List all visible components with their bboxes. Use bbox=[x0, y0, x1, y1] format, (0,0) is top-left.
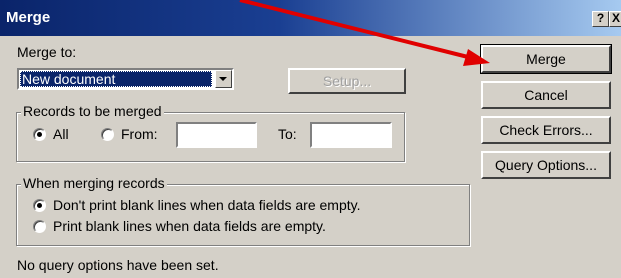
all-label: All bbox=[53, 126, 69, 142]
print-blank-label: Print blank lines when data fields are e… bbox=[53, 218, 326, 234]
query-options-button[interactable]: Query Options... bbox=[481, 151, 611, 179]
merge-button[interactable]: Merge bbox=[480, 44, 612, 74]
merge-to-dropdown[interactable]: New document bbox=[17, 68, 234, 90]
to-input[interactable] bbox=[310, 122, 392, 148]
all-radio[interactable] bbox=[33, 128, 46, 141]
from-input[interactable] bbox=[176, 122, 257, 148]
merging-group-title: When merging records bbox=[21, 175, 167, 191]
cancel-button[interactable]: Cancel bbox=[481, 81, 611, 109]
help-icon[interactable]: ? bbox=[592, 11, 609, 27]
dont-print-blank-label: Don't print blank lines when data fields… bbox=[53, 197, 361, 213]
print-blank-radio[interactable] bbox=[33, 220, 46, 233]
status-text: No query options have been set. bbox=[17, 257, 219, 273]
from-radio[interactable] bbox=[101, 128, 114, 141]
from-label: From: bbox=[121, 126, 158, 142]
title-bar: Merge ? X bbox=[0, 0, 621, 36]
chevron-down-icon[interactable] bbox=[215, 70, 232, 88]
merging-group bbox=[16, 184, 470, 246]
dont-print-blank-radio[interactable] bbox=[33, 199, 46, 212]
to-label: To: bbox=[278, 126, 297, 142]
setup-button[interactable]: Setup... bbox=[288, 68, 406, 94]
merge-to-selected-value: New document bbox=[20, 71, 212, 87]
window-title: Merge bbox=[6, 9, 51, 26]
close-icon[interactable]: X bbox=[609, 11, 621, 27]
merge-to-label: Merge to: bbox=[17, 44, 77, 60]
records-group-title: Records to be merged bbox=[21, 103, 164, 119]
check-errors-button[interactable]: Check Errors... bbox=[481, 116, 611, 144]
